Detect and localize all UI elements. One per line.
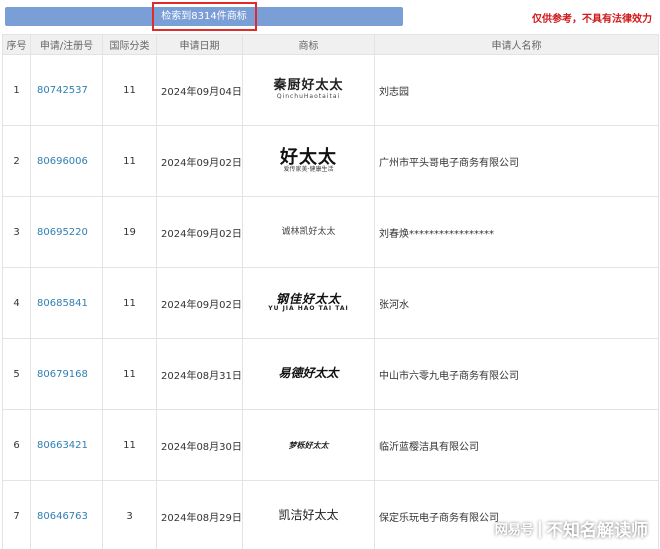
table-row[interactable]: 5 80679168 11 2024年08月31日 易德好太太 中山市六零九电子… — [2, 338, 659, 410]
trademark-image-cell: 梦栎好太太 — [242, 409, 375, 481]
row-class: 19 — [102, 196, 157, 268]
trademark-subtext: QinchuHaotaitai — [276, 92, 341, 100]
row-date: 2024年09月02日 — [156, 125, 243, 197]
row-applicant: 中山市六零九电子商务有限公司 — [374, 338, 659, 410]
row-applicant: 广州市平头哥电子商务有限公司 — [374, 125, 659, 197]
row-class: 3 — [102, 480, 157, 549]
row-applicant: 刘春焕***************** — [374, 196, 659, 268]
trademark-text: 好太太 — [280, 146, 337, 168]
table-row[interactable]: 2 80696006 11 2024年09月02日 好太太 爱传家美·健康生活 … — [2, 125, 659, 197]
trademark-logo: 秦厨好太太 QinchuHaotaitai — [273, 79, 343, 100]
table-row[interactable]: 4 80685841 11 2024年09月02日 钢佳好太太 YU JIA H… — [2, 267, 659, 339]
watermark: 网易号 | 不知名解读师 — [494, 516, 648, 542]
row-index: 5 — [2, 338, 31, 410]
row-index: 1 — [2, 54, 31, 126]
col-header-date: 申请日期 — [156, 34, 243, 55]
annotation-highlight-box — [152, 2, 257, 31]
row-applicant: 刘志园 — [374, 54, 659, 126]
row-index: 7 — [2, 480, 31, 549]
col-header-applicant: 申请人名称 — [374, 34, 659, 55]
trademark-text: 易德好太太 — [278, 366, 339, 381]
watermark-author: 不知名解读师 — [546, 521, 648, 541]
row-applicant: 张河水 — [374, 267, 659, 339]
row-class: 11 — [102, 409, 157, 481]
trademark-image-cell: 诚林凯好太太 — [242, 196, 375, 268]
trademark-text: 凯洁好太太 — [278, 508, 339, 523]
row-index: 3 — [2, 196, 31, 268]
app-no-link[interactable]: 80695220 — [37, 227, 88, 238]
col-header-class: 国际分类 — [102, 34, 157, 55]
trademark-text: 梦栎好太太 — [288, 439, 329, 450]
row-class: 11 — [102, 54, 157, 126]
trademark-results-table: 序号 申请/注册号 国际分类 申请日期 商标 申请人名称 1 80742537 … — [2, 34, 659, 549]
col-header-app-no: 申请/注册号 — [30, 34, 103, 55]
trademark-image-cell: 好太太 爱传家美·健康生活 — [242, 125, 375, 197]
trademark-text: 诚林凯好太太 — [281, 227, 336, 238]
row-date: 2024年09月02日 — [156, 196, 243, 268]
trademark-image-cell: 钢佳好太太 YU JIA HAO TAI TAI — [242, 267, 375, 339]
row-date: 2024年09月02日 — [156, 267, 243, 339]
col-header-index: 序号 — [2, 34, 31, 55]
trademark-image-cell: 凯洁好太太 — [242, 480, 375, 549]
row-date: 2024年09月04日 — [156, 54, 243, 126]
trademark-image-cell: 秦厨好太太 QinchuHaotaitai — [242, 54, 375, 126]
table-header-row: 序号 申请/注册号 国际分类 申请日期 商标 申请人名称 — [2, 34, 659, 55]
app-no-link[interactable]: 80742537 — [37, 85, 88, 96]
trademark-subtext: 爱传家美·健康生活 — [283, 166, 334, 174]
col-header-mark: 商标 — [242, 34, 375, 55]
row-class: 11 — [102, 338, 157, 410]
trademark-text: 秦厨好太太 — [273, 78, 344, 94]
app-no-link[interactable]: 80663421 — [37, 440, 88, 451]
row-applicant: 临沂蓝樱洁具有限公司 — [374, 409, 659, 481]
trademark-logo: 好太太 爱传家美·健康生活 — [280, 146, 337, 174]
table-row[interactable]: 1 80742537 11 2024年09月04日 秦厨好太太 QinchuHa… — [2, 54, 659, 126]
watermark-separator: | — [536, 518, 543, 539]
row-class: 11 — [102, 267, 157, 339]
app-no-link[interactable]: 80696006 — [37, 156, 88, 167]
row-date: 2024年08月30日 — [156, 409, 243, 481]
table-row[interactable]: 3 80695220 19 2024年09月02日 诚林凯好太太 刘春焕****… — [2, 196, 659, 268]
row-index: 2 — [2, 125, 31, 197]
row-date: 2024年08月29日 — [156, 480, 243, 549]
row-date: 2024年08月31日 — [156, 338, 243, 410]
app-no-link[interactable]: 80685841 — [37, 298, 88, 309]
disclaimer-text: 仅供参考，不具有法律效力 — [532, 14, 652, 25]
netease-logo-icon: 网易号 — [494, 523, 534, 538]
app-no-link[interactable]: 80679168 — [37, 369, 88, 380]
table-row[interactable]: 6 80663421 11 2024年08月30日 梦栎好太太 临沂蓝樱洁具有限… — [2, 409, 659, 481]
trademark-logo: 钢佳好太太 YU JIA HAO TAI TAI — [268, 292, 349, 313]
row-index: 4 — [2, 267, 31, 339]
app-no-link[interactable]: 80646763 — [37, 511, 88, 522]
trademark-image-cell: 易德好太太 — [242, 338, 375, 410]
trademark-subtext: YU JIA HAO TAI TAI — [268, 305, 349, 313]
row-class: 11 — [102, 125, 157, 197]
top-bar: 检索到8314件商标 仅供参考，不具有法律效力 — [0, 0, 660, 34]
row-index: 6 — [2, 409, 31, 481]
